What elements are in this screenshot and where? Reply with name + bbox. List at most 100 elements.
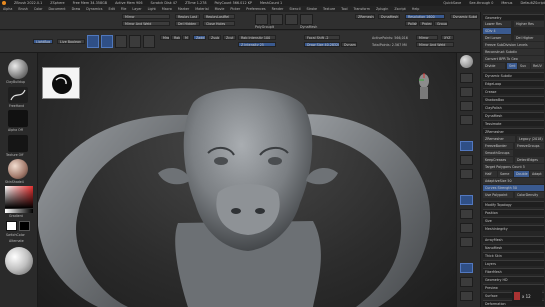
size-header[interactable]: Size (483, 217, 544, 223)
secondary-color-swatch[interactable] (19, 221, 30, 231)
rgb-intensity-slider[interactable]: Rgb Intensity 100 (238, 35, 276, 40)
higher-res-button[interactable]: Higher Res (514, 21, 544, 27)
floor-icon[interactable] (460, 155, 473, 165)
modify-topology-header[interactable]: Modify Topology (483, 201, 544, 207)
goz-icon[interactable] (270, 14, 283, 25)
claypolish-header[interactable]: ClayPolish (483, 104, 544, 110)
use-polypaint-button[interactable]: Use Polypaint (483, 192, 513, 198)
nanomesh-header[interactable]: NanoMesh (483, 244, 544, 250)
geometry-hd-header[interactable]: Geometry HD (483, 276, 544, 282)
menu-item-brush[interactable]: Brush (18, 7, 28, 11)
menu-item-color[interactable]: Color (34, 7, 43, 11)
crease-header[interactable]: Crease (483, 88, 544, 94)
reuv-toggle[interactable]: ReUV (531, 63, 544, 69)
focal-shift-slider[interactable]: Focal Shift -2 (304, 35, 340, 40)
move-icon[interactable] (115, 35, 127, 48)
resolution-slider[interactable]: Resolution 1600 (405, 14, 445, 19)
see-through-slider[interactable]: See-through 0 (469, 1, 493, 5)
dynamesh-header[interactable]: DynaMesh (483, 112, 544, 118)
keep-creases-button[interactable]: KeepCreases (483, 157, 513, 163)
freeze-subdiv-button[interactable]: Freeze SubDivision Levels (483, 42, 544, 48)
freeze-groups-button[interactable]: FreezeGroups (515, 143, 544, 149)
zoom-icon[interactable] (460, 87, 473, 97)
rotate-view-icon[interactable] (460, 237, 473, 247)
double-button[interactable]: Double (514, 171, 529, 177)
mirror-button-2[interactable]: Mirror (416, 35, 438, 40)
main-color-swatch[interactable] (6, 221, 17, 231)
convert-bpr-button[interactable]: Convert BPR To Geo (483, 56, 544, 62)
dynamic-button[interactable]: Dynamic (341, 42, 357, 47)
alpha-preview-icon[interactable] (8, 110, 28, 127)
z-intensity-slider[interactable]: Z Intensity 25 (238, 42, 276, 47)
zremesher-action-button[interactable]: ZRemesher (483, 136, 515, 142)
target-polygons-slider[interactable]: Target Polygons Count 5 (483, 164, 544, 170)
brush-preview-icon[interactable] (8, 59, 28, 79)
zsub-button[interactable]: Zsub (208, 35, 221, 40)
menu-item-movie[interactable]: Movie (215, 7, 225, 11)
material-preview-icon[interactable] (8, 159, 28, 179)
smt-toggle[interactable]: Smt (507, 63, 517, 69)
menus-button[interactable]: Menus (501, 1, 512, 5)
dynamesh-shelf-icon[interactable] (300, 14, 313, 25)
texture-preview-icon[interactable] (8, 135, 28, 152)
bpr-icon[interactable] (460, 55, 473, 68)
zremesher-shelf-icon[interactable] (285, 14, 298, 25)
menu-item-transform[interactable]: Transform (354, 7, 370, 11)
scroll-icon[interactable] (460, 73, 473, 83)
position-header[interactable]: Position (483, 209, 544, 215)
half-button[interactable]: Half (483, 171, 497, 177)
rotate-icon[interactable] (143, 35, 155, 48)
move-view-icon[interactable] (460, 209, 473, 219)
live-boolean-button[interactable]: Live Boolean (57, 39, 85, 44)
xyz-button[interactable]: XYZ (441, 35, 454, 40)
freeze-border-button[interactable]: FreezeBorder (483, 143, 513, 149)
dynamesh-button[interactable]: DynaMesh (378, 14, 400, 19)
project-button[interactable]: Project (419, 21, 433, 26)
zremesher-header[interactable]: ZRemesher (483, 128, 544, 134)
menu-item-tool[interactable]: Tool (341, 7, 347, 11)
menu-item-zplugin[interactable]: Zplugin (376, 7, 388, 11)
menu-item-stencil[interactable]: Stencil (289, 7, 300, 11)
replay-last-button[interactable]: Replay Last (175, 14, 200, 19)
menu-item-macro[interactable]: Macro (162, 7, 172, 11)
menu-item-edit[interactable]: Edit (108, 7, 114, 11)
quicksave-button[interactable]: QuickSave (443, 1, 461, 5)
same-button[interactable]: Same (498, 171, 513, 177)
menu-item-alpha[interactable]: Alpha (3, 7, 12, 11)
color-density-slider[interactable]: ColorDensity (515, 192, 544, 198)
close-holes-button[interactable]: Close Holes (203, 21, 235, 26)
menu-item-picker[interactable]: Picker (230, 7, 240, 11)
frame-icon[interactable] (460, 195, 473, 205)
adapt-button[interactable]: Adapt (530, 171, 544, 177)
active-tool-preview-icon[interactable] (5, 247, 33, 275)
menu-item-stroke[interactable]: Stroke (307, 7, 318, 11)
menu-item-file[interactable]: File (121, 7, 127, 11)
menu-item-help[interactable]: Help (412, 7, 420, 11)
adaptive-size-slider[interactable]: AdaptiveSize 50 (483, 178, 544, 184)
canvas-viewport[interactable] (38, 53, 456, 307)
menu-item-preferences[interactable]: Preferences (246, 7, 265, 11)
dynamic-subdiv-header[interactable]: Dynamic Subdiv (483, 72, 544, 78)
shadowbox-header[interactable]: ShadowBox (483, 96, 544, 102)
scale-icon[interactable] (129, 35, 141, 48)
navigation-head-icon[interactable] (416, 71, 432, 101)
polyf-icon[interactable] (460, 263, 473, 273)
geometry-header[interactable]: Geometry (483, 14, 544, 20)
menu-item-texture[interactable]: Texture (323, 7, 335, 11)
zoom3d-icon[interactable] (460, 223, 473, 233)
aahalf-icon[interactable] (460, 115, 473, 125)
draw-icon[interactable] (101, 35, 113, 48)
rgb-button[interactable]: Rgb (171, 35, 181, 40)
meshintegrity-header[interactable]: MeshIntegrity (483, 225, 544, 231)
menu-item-dynamics[interactable]: Dynamics (86, 7, 102, 11)
tessimate-header[interactable]: Tessimate (483, 120, 544, 126)
local-icon[interactable] (460, 169, 473, 179)
divide-button[interactable]: Divide (483, 63, 505, 69)
del-lower-button[interactable]: Del Lower (483, 35, 511, 41)
polygroupit-icon[interactable] (255, 14, 268, 25)
menu-item-draw[interactable]: Draw (72, 7, 81, 11)
del-higher-button[interactable]: Del Higher (514, 35, 544, 41)
fibermesh-header[interactable]: FiberMesh (483, 268, 544, 274)
zremesher-button[interactable]: ZRemesher (355, 14, 375, 19)
menu-item-document[interactable]: Document (49, 7, 66, 11)
